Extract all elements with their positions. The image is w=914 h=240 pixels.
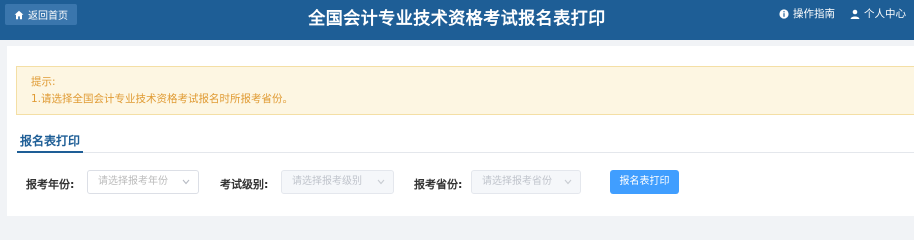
province-placeholder: 请选择报考省份: [482, 176, 552, 187]
tab-registration-print[interactable]: 报名表打印: [17, 132, 84, 153]
year-label: 报考年份:: [26, 178, 75, 191]
province-label: 报考省份:: [414, 178, 463, 191]
top-header: 返回首页 全国会计专业技术资格考试报名表打印 操作指南 个人中心: [0, 0, 914, 40]
main-card: 提示: 1.请选择全国会计专业技术资格考试报名时所报考省份。 报名表打印 报考年…: [7, 46, 914, 216]
user-icon: [850, 9, 860, 19]
guide-label: 操作指南: [793, 8, 835, 20]
level-select[interactable]: 请选择报考级别: [281, 170, 394, 194]
level-placeholder: 请选择报考级别: [292, 176, 362, 187]
top-nav: 操作指南 个人中心: [779, 6, 906, 21]
print-button[interactable]: 报名表打印: [610, 170, 679, 194]
info-icon: [779, 8, 789, 19]
notice-box: 提示: 1.请选择全国会计专业技术资格考试报名时所报考省份。: [16, 66, 914, 115]
tab-bar: 报名表打印: [17, 132, 914, 153]
page-title: 全国会计专业技术资格考试报名表打印: [308, 9, 606, 29]
chevron-down-icon: [182, 179, 190, 185]
filter-form: 报考年份: 请选择报考年份 考试级别: 请选择报考级别 报考省份: 请选择报考省…: [7, 170, 914, 196]
notice-heading: 提示:: [31, 76, 56, 88]
chevron-down-icon: [564, 179, 572, 185]
user-center-label: 个人中心: [864, 8, 906, 20]
chevron-down-icon: [377, 179, 385, 185]
year-placeholder: 请选择报考年份: [98, 176, 168, 187]
guide-link[interactable]: 操作指南: [779, 6, 835, 21]
level-label: 考试级别:: [220, 178, 269, 191]
year-select[interactable]: 请选择报考年份: [87, 170, 199, 194]
user-center-link[interactable]: 个人中心: [850, 6, 906, 21]
province-select[interactable]: 请选择报考省份: [471, 170, 581, 194]
notice-line: 1.请选择全国会计专业技术资格考试报名时所报考省份。: [31, 93, 294, 105]
